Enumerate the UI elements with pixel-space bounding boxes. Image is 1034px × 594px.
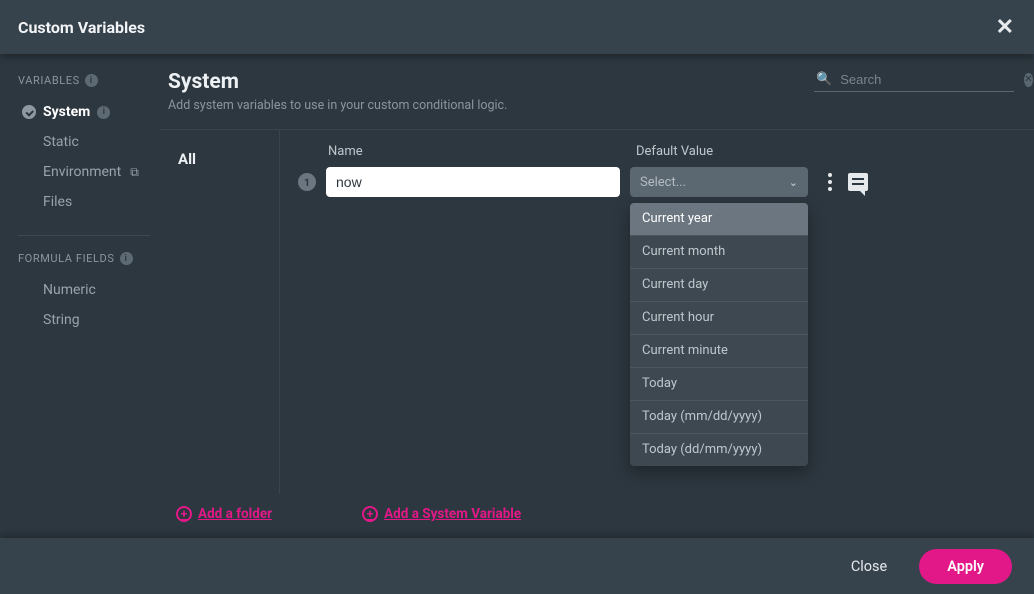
main-header: System Add system variables to use in yo… — [160, 54, 1034, 130]
sidebar-section-title: VARIABLES i — [14, 72, 154, 89]
page-title: System — [168, 70, 802, 94]
search-field[interactable]: 🔍 ✕ — [814, 70, 1014, 92]
sidebar-item-label: Static — [43, 134, 79, 150]
apply-button[interactable]: Apply — [919, 549, 1012, 584]
column-header-name: Name — [328, 144, 618, 159]
sidebar-item-label: Numeric — [43, 282, 96, 298]
default-value-dropdown: Current year Current month Current day C… — [630, 203, 808, 466]
sidebar-section-formula: FORMULA FIELDS i Numeric String — [14, 250, 154, 335]
sidebar-section-label: VARIABLES — [18, 74, 80, 87]
sidebar: VARIABLES i System i Static Environment … — [0, 54, 160, 538]
dropdown-option[interactable]: Current year — [630, 203, 808, 236]
plus-circle-icon: + — [362, 506, 378, 522]
variables-column: Name Default Value 1 Select... ⌄ — [280, 130, 1034, 494]
add-system-variable-link[interactable]: + Add a System Variable — [362, 506, 521, 522]
dialog-titlebar: Custom Variables ✕ — [0, 0, 1034, 54]
info-icon[interactable]: i — [97, 106, 110, 119]
add-system-variable-label: Add a System Variable — [384, 506, 521, 522]
dropdown-option[interactable]: Current month — [630, 236, 808, 269]
close-icon[interactable]: ✕ — [990, 11, 1020, 44]
more-options-icon[interactable] — [826, 171, 834, 193]
default-value-select-wrap: Select... ⌄ Current year Current month C… — [630, 167, 808, 197]
main-header-text: System Add system variables to use in yo… — [168, 70, 802, 113]
clear-search-icon[interactable]: ✕ — [1024, 73, 1032, 87]
dialog-footer: Close Apply — [0, 538, 1034, 594]
search-input[interactable] — [840, 72, 1016, 87]
sidebar-item-numeric[interactable]: Numeric — [14, 275, 154, 305]
default-value-select[interactable]: Select... ⌄ — [630, 167, 808, 197]
sidebar-item-label: Environment — [43, 164, 121, 180]
sidebar-item-environment[interactable]: Environment ⧉ — [14, 157, 154, 187]
main-footer-links: + Add a folder + Add a System Variable — [160, 494, 1034, 538]
dropdown-option[interactable]: Today (mm/dd/yyyy) — [630, 401, 808, 434]
row-index-badge: 1 — [298, 173, 316, 191]
dropdown-option[interactable]: Current minute — [630, 335, 808, 368]
external-link-icon: ⧉ — [130, 165, 139, 180]
sidebar-item-string[interactable]: String — [14, 305, 154, 335]
page-subtitle: Add system variables to use in your cust… — [168, 98, 802, 113]
dropdown-option[interactable]: Current day — [630, 269, 808, 302]
columns-header: Name Default Value — [298, 144, 1022, 159]
sidebar-item-static[interactable]: Static — [14, 127, 154, 157]
search-icon: 🔍 — [816, 72, 832, 87]
column-header-default: Default Value — [636, 144, 1022, 159]
plus-circle-icon: + — [176, 506, 192, 522]
dropdown-option[interactable]: Today — [630, 368, 808, 401]
sidebar-section-label: FORMULA FIELDS — [18, 252, 115, 265]
main-panel: System Add system variables to use in yo… — [160, 54, 1034, 538]
row-actions — [826, 171, 868, 193]
sidebar-item-label: Files — [43, 194, 72, 210]
dialog-title: Custom Variables — [18, 18, 145, 37]
close-button[interactable]: Close — [839, 550, 899, 583]
sidebar-section-title: FORMULA FIELDS i — [14, 250, 154, 267]
chevron-down-icon: ⌄ — [789, 176, 798, 189]
variable-row: 1 Select... ⌄ Current year Current month — [298, 167, 1022, 197]
add-folder-label: Add a folder — [198, 506, 272, 522]
custom-variables-dialog: Custom Variables ✕ VARIABLES i System i … — [0, 0, 1034, 594]
sidebar-divider — [18, 235, 150, 236]
info-icon[interactable]: i — [120, 252, 133, 265]
variable-name-input[interactable] — [326, 167, 620, 197]
sidebar-section-variables: VARIABLES i System i Static Environment … — [14, 72, 154, 217]
comment-icon[interactable] — [848, 173, 868, 191]
main-body: All Name Default Value 1 — [160, 130, 1034, 494]
check-circle-icon — [22, 105, 36, 119]
folders-column: All — [160, 130, 280, 494]
sidebar-item-label: String — [43, 312, 80, 328]
info-icon[interactable]: i — [85, 74, 98, 87]
dropdown-option[interactable]: Current hour — [630, 302, 808, 335]
sidebar-item-system[interactable]: System i — [14, 97, 154, 127]
dialog-body: VARIABLES i System i Static Environment … — [0, 54, 1034, 538]
select-placeholder: Select... — [640, 175, 686, 190]
dropdown-option[interactable]: Today (dd/mm/yyyy) — [630, 434, 808, 466]
sidebar-item-files[interactable]: Files — [14, 187, 154, 217]
add-folder-link[interactable]: + Add a folder — [176, 506, 272, 522]
sidebar-item-label: System — [43, 104, 90, 120]
folder-all[interactable]: All — [160, 144, 279, 176]
